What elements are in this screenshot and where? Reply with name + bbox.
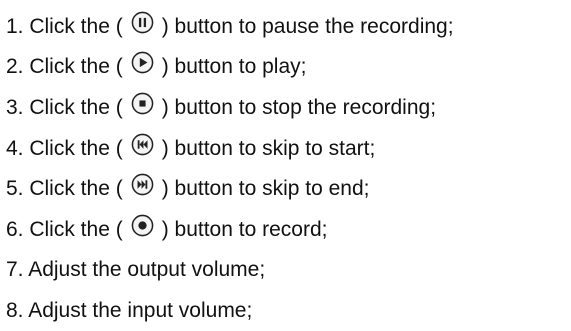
step-suffix: ) button to skip to start;	[161, 136, 376, 160]
play-icon	[131, 51, 154, 74]
stop-icon	[131, 92, 154, 115]
step-prefix: 3. Click the (	[6, 95, 123, 119]
pause-icon	[131, 11, 154, 34]
instruction-step-3: 3. Click the ( ) button to stop the reco…	[6, 87, 571, 128]
step-prefix: 5. Click the (	[6, 177, 123, 201]
record-icon	[131, 214, 154, 237]
step-suffix: ) button to pause the recording;	[161, 14, 454, 38]
instruction-step-4: 4. Click the ( ) button to skip to start…	[6, 128, 571, 169]
step-prefix: 1. Click the (	[6, 14, 123, 38]
step-suffix: ) button to stop the recording;	[161, 95, 437, 119]
skip-to-end-icon	[131, 173, 154, 196]
step-prefix: 2. Click the (	[6, 55, 123, 79]
step-suffix: ) button to record;	[161, 217, 328, 241]
skip-to-start-icon	[131, 133, 154, 156]
step-suffix: ) button to skip to end;	[161, 177, 370, 201]
step-prefix: 6. Click the (	[6, 217, 123, 241]
step-prefix: 4. Click the (	[6, 136, 123, 160]
step-text: 8. Adjust the input volume;	[6, 298, 253, 322]
instruction-step-5: 5. Click the ( ) button to skip to end;	[6, 168, 571, 209]
step-suffix: ) button to play;	[161, 55, 307, 79]
instruction-step-6: 6. Click the ( ) button to record;	[6, 209, 571, 250]
instruction-list: 1. Click the ( ) button to pause the rec…	[6, 6, 571, 331]
instruction-step-2: 2. Click the ( ) button to play;	[6, 47, 571, 88]
instruction-step-1: 1. Click the ( ) button to pause the rec…	[6, 6, 571, 47]
step-text: 7. Adjust the output volume;	[6, 258, 266, 282]
instruction-step-7: 7. Adjust the output volume;	[6, 250, 571, 291]
instruction-step-8: 8. Adjust the input volume;	[6, 290, 571, 331]
